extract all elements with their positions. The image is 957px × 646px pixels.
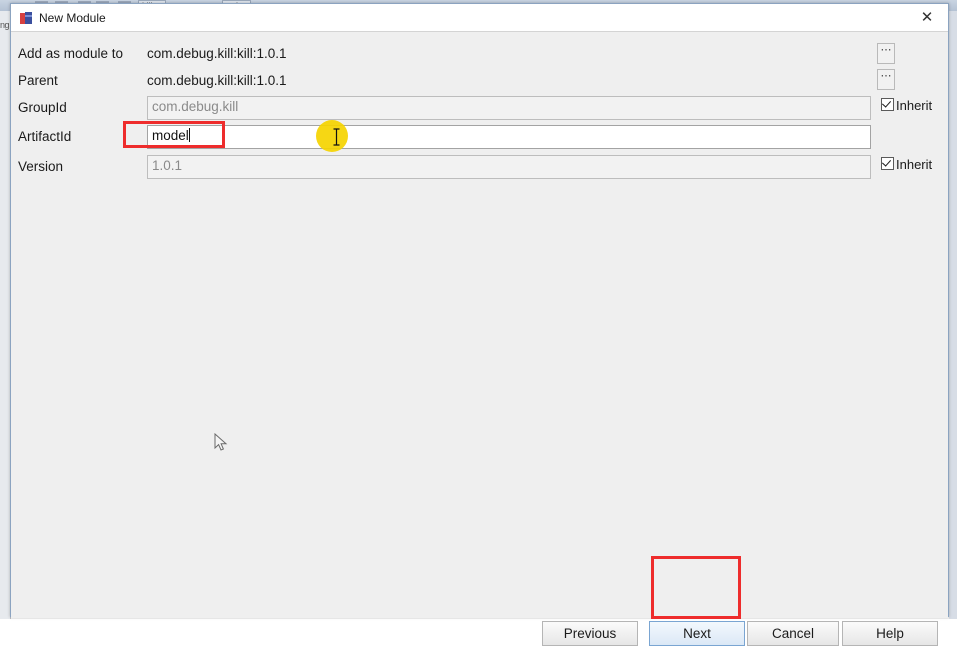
label-parent: Parent bbox=[18, 73, 58, 88]
row-artifact-id: ArtifactId model bbox=[11, 125, 948, 151]
dialog-title: New Module bbox=[39, 11, 106, 25]
artifact-id-value: model bbox=[152, 128, 189, 143]
row-version: Version 1.0.1 Inherit bbox=[11, 155, 948, 181]
cancel-button[interactable]: Cancel bbox=[747, 621, 839, 646]
ide-left-gutter-text: ng bbox=[0, 20, 10, 30]
version-input[interactable]: 1.0.1 bbox=[147, 155, 871, 179]
inherit-label: Inherit bbox=[896, 98, 933, 113]
label-artifact-id: ArtifactId bbox=[18, 129, 72, 144]
group-id-input[interactable]: com.debug.kill bbox=[147, 96, 871, 120]
inherit-label: Inherit bbox=[896, 157, 933, 172]
version-inherit-checkbox[interactable]: Inherit bbox=[881, 157, 932, 172]
browse-button-parent[interactable]: ⋯ bbox=[877, 69, 895, 90]
row-add-as-module-to: Add as module to com.debug.kill:kill:1.0… bbox=[11, 42, 948, 68]
checkbox-icon[interactable] bbox=[881, 98, 894, 111]
module-icon bbox=[20, 12, 32, 24]
value-add-as-module-to: com.debug.kill:kill:1.0.1 bbox=[147, 46, 287, 61]
value-parent: com.debug.kill:kill:1.0.1 bbox=[147, 73, 287, 88]
new-module-dialog: New Module ✕ Add as module to com.debug.… bbox=[10, 3, 949, 646]
row-group-id: GroupId com.debug.kill Inherit bbox=[11, 96, 948, 122]
label-group-id: GroupId bbox=[18, 100, 67, 115]
dialog-titlebar: New Module ✕ bbox=[11, 4, 948, 32]
group-id-inherit-checkbox[interactable]: Inherit bbox=[881, 98, 932, 113]
checkbox-icon[interactable] bbox=[881, 157, 894, 170]
dialog-body: Add as module to com.debug.kill:kill:1.0… bbox=[11, 32, 948, 646]
previous-button[interactable]: Previous bbox=[542, 621, 638, 646]
artifact-id-input[interactable]: model bbox=[147, 125, 871, 149]
label-add-as-module-to: Add as module to bbox=[18, 46, 124, 61]
next-button[interactable]: Next bbox=[649, 621, 745, 646]
row-parent: Parent com.debug.kill:kill:1.0.1 ⋯ bbox=[11, 69, 948, 95]
ide-right-gutter bbox=[949, 11, 957, 619]
browse-button-add-as-module-to[interactable]: ⋯ bbox=[877, 43, 895, 64]
help-button[interactable]: Help bbox=[842, 621, 938, 646]
label-version: Version bbox=[18, 159, 64, 174]
close-icon[interactable]: ✕ bbox=[910, 7, 944, 29]
text-caret bbox=[188, 128, 190, 142]
